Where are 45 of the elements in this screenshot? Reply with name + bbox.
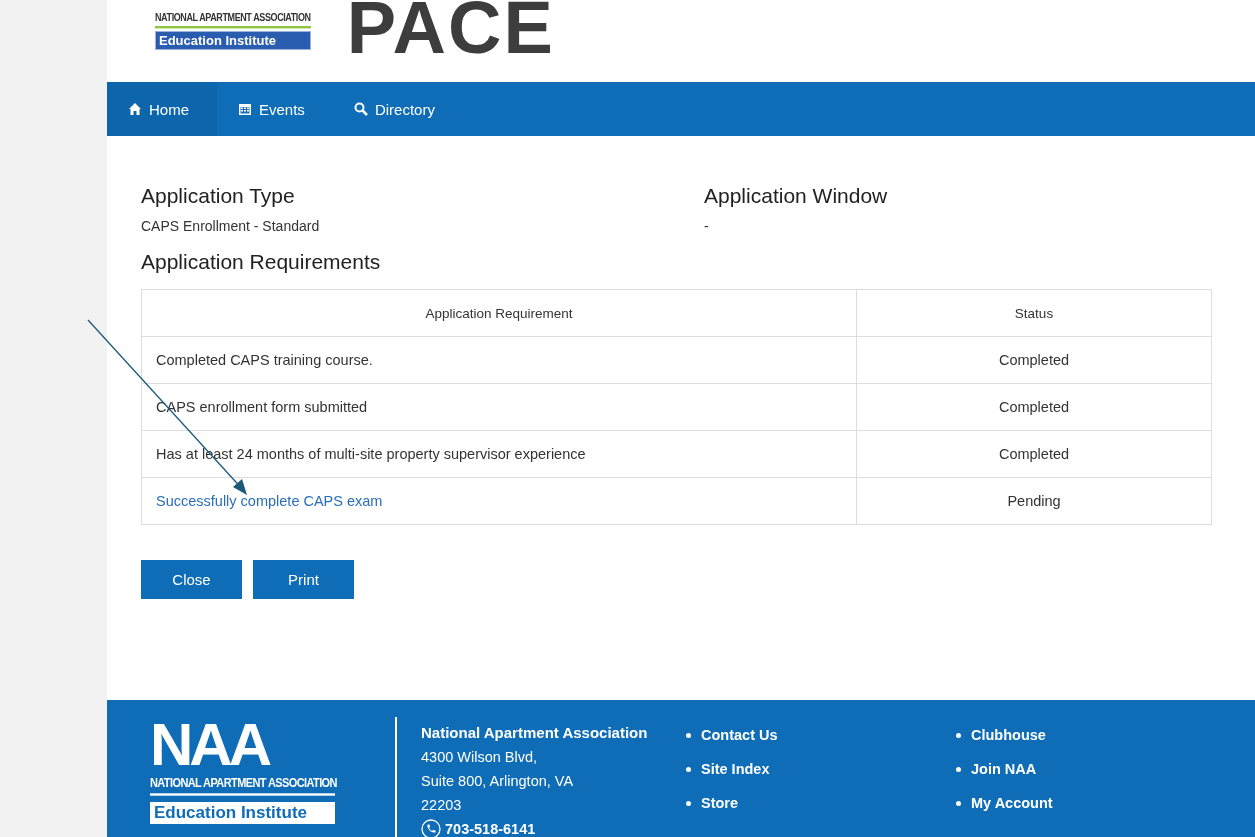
footer-link[interactable]: Join NAA <box>971 761 1037 777</box>
requirement-link[interactable]: Successfully complete CAPS exam <box>156 493 383 509</box>
column-header: Status <box>856 289 1212 337</box>
address-line: 22203 <box>421 796 463 815</box>
status-cell: Completed <box>856 336 1212 384</box>
brand-logo: PACE <box>346 0 555 57</box>
status-cell: Pending <box>856 477 1212 525</box>
footer-link[interactable]: Contact Us <box>701 727 778 743</box>
bullet-icon <box>686 766 691 772</box>
field-value: CAPS Enrollment - Standard <box>141 218 321 234</box>
home-icon <box>128 102 142 116</box>
section-heading: Application Type <box>141 184 296 208</box>
footer-link[interactable]: Site Index <box>701 761 770 777</box>
bullet-icon <box>686 800 691 806</box>
section-heading: Application Requirements <box>141 250 382 274</box>
section-heading: Application Window <box>704 184 888 208</box>
action-button[interactable]: Close <box>141 560 242 599</box>
action-button[interactable]: Print <box>253 560 354 599</box>
nav-item[interactable]: Directory <box>332 82 463 136</box>
nav-item[interactable]: Events <box>217 82 333 136</box>
logo-tagline: NATIONAL APARTMENT ASSOCIATION <box>155 11 311 29</box>
nav-item[interactable]: Home <box>107 82 217 136</box>
address-line: Suite 800, Arlington, VA <box>421 772 575 791</box>
logo-badge: Education Institute <box>155 31 311 50</box>
table-cell: Completed CAPS training course. <box>141 336 857 384</box>
address-line: 4300 Wilson Blvd, <box>421 748 539 767</box>
calendar-icon <box>238 102 252 116</box>
bullet-icon <box>956 732 961 738</box>
footer-link[interactable]: Clubhouse <box>971 727 1046 743</box>
bullet-icon <box>956 766 961 772</box>
bullet-icon <box>956 800 961 806</box>
status-cell: Completed <box>856 383 1212 431</box>
search-icon <box>353 102 368 116</box>
footer-logo: NAA <box>150 716 270 773</box>
footer-link[interactable]: My Account <box>971 795 1053 811</box>
phone-number: 703-518-6141 <box>445 820 536 837</box>
field-value: - <box>704 218 710 234</box>
bullet-icon <box>686 732 691 738</box>
logo-badge: Education Institute <box>150 802 335 824</box>
phone-icon <box>421 819 441 837</box>
footer-link[interactable]: Store <box>701 795 739 811</box>
status-cell: Completed <box>856 430 1212 478</box>
column-header: Application Requirement <box>141 289 857 337</box>
org-name: National Apartment Association <box>421 723 649 743</box>
logo-tagline: NATIONAL APARTMENT ASSOCIATION <box>150 775 335 796</box>
